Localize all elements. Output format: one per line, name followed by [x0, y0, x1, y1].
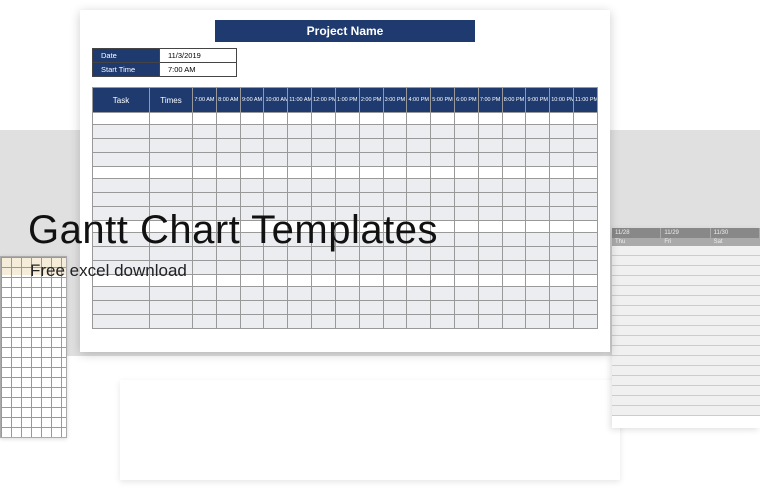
col-task: Task — [93, 88, 150, 113]
page-title: Gantt Chart Templates — [28, 208, 438, 253]
table-row — [93, 315, 598, 329]
project-meta-table: Date 11/3/2019 Start Time 7:00 AM — [92, 48, 237, 77]
table-row — [93, 113, 598, 125]
page-subtitle: Free excel download — [30, 261, 438, 281]
sched-date-cell: 11/30 — [711, 228, 760, 238]
table-row — [93, 139, 598, 153]
col-hour: 1:00 PM — [335, 88, 359, 113]
col-hour: 4:00 PM — [407, 88, 431, 113]
sched-day-cell: Thu — [612, 238, 661, 246]
meta-date-value: 11/3/2019 — [160, 49, 237, 63]
sched-day-cell: Fri — [661, 238, 710, 246]
table-row — [93, 125, 598, 139]
col-hour: 5:00 PM — [431, 88, 455, 113]
col-hour: 3:00 PM — [383, 88, 407, 113]
table-row — [93, 287, 598, 301]
col-hour: 7:00 AM — [193, 88, 217, 113]
hero-overlay: Gantt Chart Templates Free excel downloa… — [28, 208, 438, 281]
col-hour: 8:00 PM — [502, 88, 526, 113]
col-hour: 2:00 PM — [359, 88, 383, 113]
project-title: Project Name — [215, 20, 475, 42]
sched-day-cell: Sat — [711, 238, 760, 246]
col-hour: 10:00 PM — [550, 88, 574, 113]
col-hour: 6:00 PM — [454, 88, 478, 113]
background-tile-schedule: 11/28 11/29 11/30 Thu Fri Sat — [612, 228, 760, 428]
col-hour: 11:00 AM — [288, 88, 312, 113]
meta-date-label: Date — [93, 49, 160, 63]
col-times: Times — [150, 88, 193, 113]
sched-date-cell: 11/28 — [612, 228, 661, 238]
table-row — [93, 179, 598, 193]
sched-date-cell: 11/29 — [661, 228, 710, 238]
col-hour: 8:00 AM — [216, 88, 240, 113]
table-row — [93, 167, 598, 179]
col-hour: 7:00 PM — [478, 88, 502, 113]
meta-start-value: 7:00 AM — [160, 63, 237, 77]
table-row — [93, 301, 598, 315]
col-hour: 9:00 PM — [526, 88, 550, 113]
col-hour: 11:00 PM — [574, 88, 598, 113]
col-hour: 9:00 AM — [240, 88, 264, 113]
gantt-template-sheet: Project Name Date 11/3/2019 Start Time 7… — [80, 10, 610, 352]
table-row — [93, 153, 598, 167]
col-hour: 12:00 PM — [312, 88, 336, 113]
background-tile-bottom — [120, 380, 620, 480]
meta-start-label: Start Time — [93, 63, 160, 77]
col-hour: 10:00 AM — [264, 88, 288, 113]
table-row — [93, 193, 598, 207]
background-tile-grid — [0, 256, 67, 438]
